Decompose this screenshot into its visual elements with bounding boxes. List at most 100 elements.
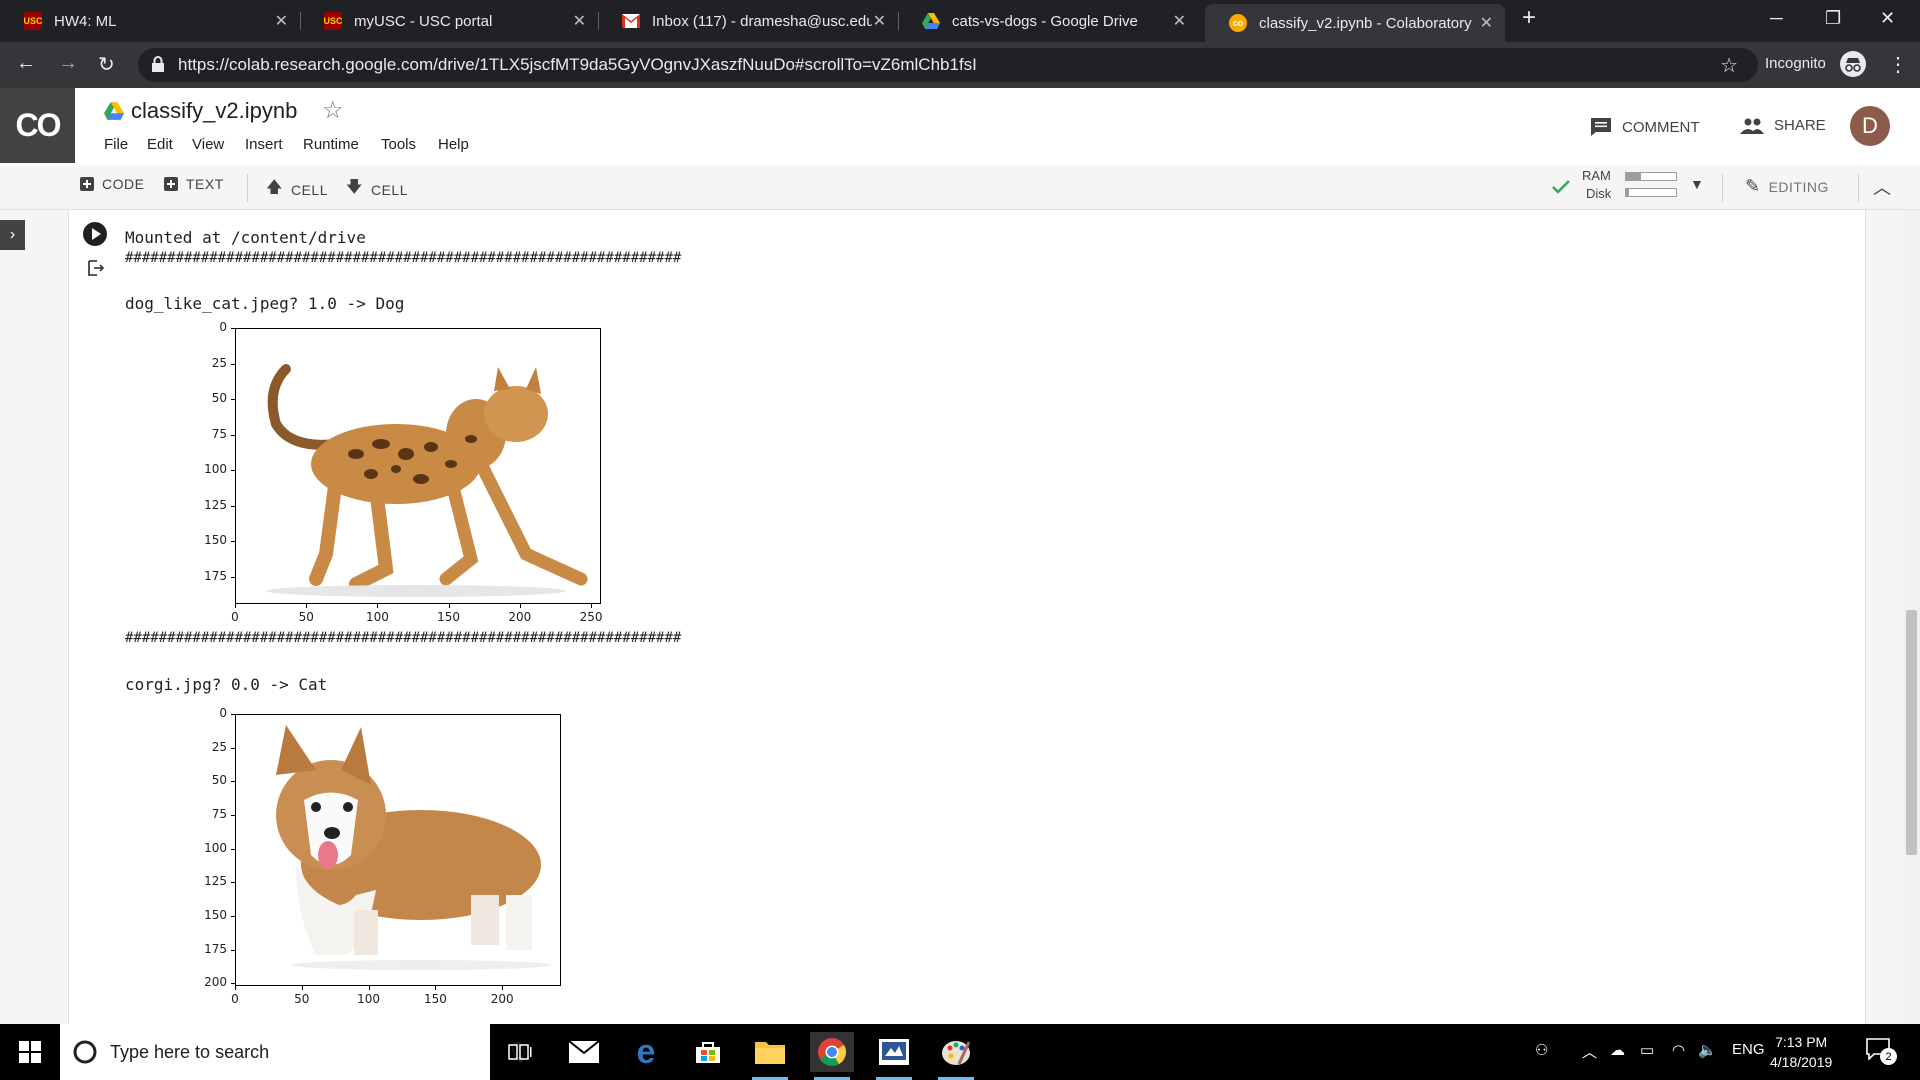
mail-app-icon[interactable]	[562, 1032, 606, 1072]
bookmark-star-icon[interactable]: ☆	[1720, 53, 1738, 78]
collapse-header-icon[interactable]: ︿	[1873, 174, 1891, 200]
file-explorer-icon[interactable]	[748, 1032, 792, 1080]
action-center-icon[interactable]: 2	[1866, 1038, 1897, 1066]
menu-help[interactable]: Help	[438, 136, 469, 153]
paint-icon[interactable]	[934, 1032, 978, 1080]
colab-logo[interactable]: CO	[0, 88, 75, 163]
output-separator: ########################################…	[125, 630, 682, 646]
clear-output-icon[interactable]	[86, 258, 106, 278]
star-icon[interactable]: ☆	[322, 96, 344, 125]
output-separator: ########################################…	[125, 250, 682, 266]
divider	[1722, 174, 1723, 202]
address-bar[interactable]: https://colab.research.google.com/drive/…	[138, 48, 1758, 82]
close-icon[interactable]: ✕	[275, 11, 288, 31]
browser-tab-strip: USC HW4: ML ✕ USC myUSC - USC portal ✕ I…	[0, 0, 1920, 42]
tab-hw4[interactable]: USC HW4: ML ✕	[0, 0, 300, 42]
sidebar-toggle-icon[interactable]: ›	[0, 220, 25, 250]
y-tick-mark	[231, 983, 235, 985]
checkmark-icon	[1552, 180, 1570, 194]
chrome-icon[interactable]	[810, 1032, 854, 1080]
move-cell-up-button[interactable]: 🡅 CELL	[266, 176, 328, 203]
menu-edit[interactable]: Edit	[147, 136, 173, 153]
back-icon[interactable]: ←	[16, 52, 36, 75]
y-tick-label: 50	[211, 773, 227, 788]
menu-tools[interactable]: Tools	[381, 136, 416, 153]
y-tick-mark	[231, 814, 235, 816]
y-tick-mark	[231, 434, 235, 436]
drive-icon	[922, 12, 940, 30]
y-tick-mark	[231, 576, 235, 578]
incognito-icon[interactable]	[1840, 51, 1866, 77]
edge-icon[interactable]: e	[624, 1032, 668, 1072]
tab-inbox[interactable]: Inbox (117) - dramesha@usc.edu ✕	[598, 0, 898, 42]
comment-button[interactable]: COMMENT	[1590, 117, 1700, 137]
notebook-title[interactable]: classify_v2.ipynb	[131, 98, 297, 124]
scrollbar[interactable]	[1903, 210, 1920, 1024]
divider	[247, 174, 248, 202]
tab-myusc[interactable]: USC myUSC - USC portal ✕	[300, 0, 598, 42]
disk-meter[interactable]	[1625, 188, 1677, 197]
move-cell-down-button[interactable]: 🡇 CELL	[346, 176, 408, 203]
tab-drive[interactable]: cats-vs-dogs - Google Drive ✕	[898, 0, 1198, 42]
plot-frame	[235, 714, 561, 986]
x-tick-mark	[435, 986, 437, 990]
menu-file[interactable]: File	[104, 136, 128, 153]
taskbar-search-box[interactable]: Type here to search 🎙	[60, 1024, 531, 1080]
share-button[interactable]: SHARE	[1740, 117, 1826, 134]
colab-icon: co	[1229, 14, 1247, 32]
browser-menu-icon[interactable]: ⋮	[1888, 52, 1908, 77]
x-tick-label: 0	[231, 610, 239, 624]
minimize-icon[interactable]: ─	[1770, 8, 1783, 29]
scrollbar-thumb[interactable]	[1906, 610, 1917, 855]
volume-icon[interactable]: 🔈	[1698, 1041, 1717, 1059]
x-tick-mark	[502, 986, 504, 990]
restore-icon[interactable]: ❐	[1825, 8, 1841, 29]
wifi-icon[interactable]: ◠	[1672, 1041, 1685, 1059]
y-tick-label: 100	[204, 840, 227, 855]
clock-time: 7:13 PM	[1775, 1034, 1828, 1050]
menu-runtime[interactable]: Runtime	[303, 136, 359, 153]
language-indicator[interactable]: ENG	[1732, 1041, 1765, 1058]
people-icon	[1740, 118, 1764, 134]
pencil-icon: ✎	[1745, 176, 1761, 196]
add-text-button[interactable]: TEXT	[164, 176, 224, 192]
forward-icon[interactable]: →	[58, 52, 78, 75]
close-icon[interactable]: ✕	[873, 11, 886, 31]
new-tab-icon[interactable]: +	[1522, 4, 1536, 32]
show-hidden-icons-icon[interactable]: ︿	[1582, 1041, 1597, 1062]
reload-icon[interactable]: ↻	[98, 52, 115, 77]
task-view-icon[interactable]	[498, 1032, 542, 1072]
add-code-button[interactable]: CODE	[80, 176, 144, 192]
plus-box-icon	[164, 177, 178, 191]
lock-icon	[152, 56, 164, 72]
avatar[interactable]: D	[1850, 106, 1890, 146]
menu-view[interactable]: View	[192, 136, 224, 153]
people-icon[interactable]: ⚇	[1535, 1041, 1548, 1059]
onedrive-icon[interactable]: ☁	[1610, 1041, 1625, 1059]
notebook-area: › Mounted at /content/drive ############…	[0, 210, 1920, 1024]
run-cell-button[interactable]	[83, 222, 107, 246]
ram-meter[interactable]	[1625, 172, 1677, 181]
result-caption: corgi.jpg? 0.0 -> Cat	[125, 675, 328, 694]
plot-frame	[235, 328, 601, 604]
editing-mode-button[interactable]: ✎ EDITING	[1745, 176, 1829, 197]
store-icon[interactable]	[686, 1032, 730, 1072]
code-cell[interactable]: Mounted at /content/drive ##############…	[68, 210, 1866, 1024]
resources-dropdown-icon[interactable]: ▼	[1690, 176, 1704, 192]
close-icon[interactable]: ✕	[1480, 13, 1493, 33]
close-icon[interactable]: ✕	[573, 11, 586, 31]
windows-start-icon[interactable]	[8, 1032, 52, 1072]
tab-colab-active[interactable]: co classify_v2.ipynb - Colaboratory ✕	[1205, 4, 1505, 42]
incognito-label: Incognito	[1765, 55, 1826, 72]
window-close-icon[interactable]: ✕	[1880, 8, 1895, 29]
taskbar-clock[interactable]: 7:13 PM 4/18/2019	[1770, 1032, 1832, 1072]
battery-icon[interactable]: ▭	[1640, 1041, 1654, 1059]
drive-icon[interactable]	[104, 102, 124, 120]
remote-app-icon[interactable]	[872, 1032, 916, 1080]
editing-label: EDITING	[1768, 178, 1829, 195]
arrow-up-icon: 🡅	[266, 179, 283, 196]
y-tick-label: 25	[211, 739, 227, 754]
close-icon[interactable]: ✕	[1173, 11, 1186, 31]
menu-insert[interactable]: Insert	[245, 136, 283, 153]
y-tick-mark	[231, 848, 235, 850]
